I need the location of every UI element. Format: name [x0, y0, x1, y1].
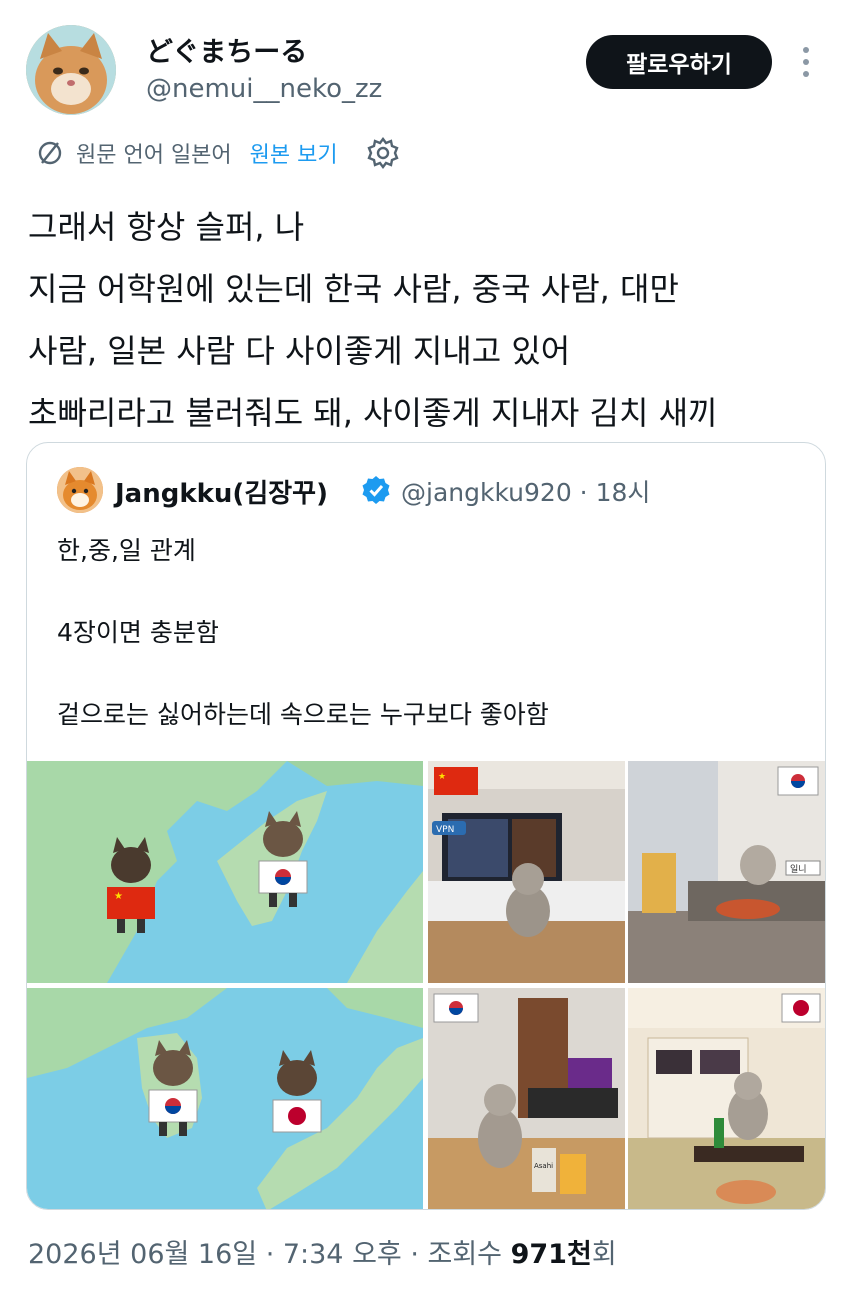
- quoted-author-name[interactable]: Jangkku(김장꾸): [115, 473, 328, 510]
- beer-sign: Asahi: [534, 1162, 553, 1170]
- follow-button[interactable]: 팔로우하기: [586, 35, 772, 89]
- views-count: 971: [510, 1239, 567, 1270]
- views-unit: 천: [566, 1239, 592, 1270]
- author-avatar[interactable]: [26, 25, 116, 115]
- quoted-line: 겉으로는 싫어하는데 속으로는 누구보다 좋아함: [57, 700, 549, 729]
- quoted-media-grid: ★ ★ VPN 일니 Asahi: [27, 761, 825, 1209]
- tweet-line: 사람, 일본 사람 다 사이좋게 지내고 있어: [28, 332, 571, 370]
- media-image-room-china[interactable]: ★ VPN: [428, 761, 625, 983]
- quoted-handle-time: @jangkku920 · 18시: [401, 478, 651, 507]
- show-original-link[interactable]: 원본 보기: [250, 137, 338, 169]
- tweet-footer: 2026년 06월 16일 · 7:34 오후 · 조회수 971천회: [28, 1232, 617, 1271]
- svg-text:★: ★: [438, 772, 446, 782]
- media-image-room-korea-2[interactable]: Asahi: [428, 988, 625, 1209]
- verified-badge-icon: [362, 476, 390, 504]
- quoted-line: 한,중,일 관계: [57, 536, 196, 565]
- translation-label: 원문 언어 일본어: [76, 143, 232, 168]
- translate-icon: [38, 141, 62, 165]
- media-image-map-korea-japan[interactable]: [27, 988, 423, 1209]
- quoted-line-blank: [57, 571, 549, 613]
- media-image-room-japan[interactable]: [628, 988, 825, 1209]
- translation-bar: 원문 언어 일본어 원본 보기: [36, 133, 400, 173]
- more-options-icon[interactable]: [796, 42, 816, 82]
- quoted-line: 4장이면 충분함: [57, 618, 219, 647]
- views-suffix: 회: [591, 1239, 617, 1270]
- quoted-tweet-text: 한,중,일 관계 4장이면 충분함 겉으로는 싫어하는데 속으로는 누구보다 좋…: [57, 531, 549, 735]
- svg-text:★: ★: [114, 891, 123, 902]
- author-handle[interactable]: @nemui__neko_zz: [146, 74, 382, 104]
- quoted-author-avatar[interactable]: [57, 467, 103, 513]
- tweet-datetime[interactable]: 2026년 06월 16일 · 7:34 오후 · 조회수: [28, 1239, 511, 1270]
- media-image-map-china-korea[interactable]: ★: [27, 761, 423, 983]
- gear-icon[interactable]: [366, 136, 400, 170]
- tweet-line: 초빠리라고 불러줘도 돼, 사이좋게 지내자 김치 새끼: [28, 394, 718, 432]
- vpn-sign: VPN: [436, 825, 454, 835]
- quoted-tweet[interactable]: Jangkku(김장꾸) @jangkku920 · 18시 한,중,일 관계 …: [26, 442, 826, 1210]
- author-display-name[interactable]: どぐまちーる: [146, 30, 307, 69]
- tweet-body: 그래서 항상 슬퍼, 나 지금 어학원에 있는데 한국 사람, 중국 사람, 대…: [28, 196, 828, 444]
- quoted-line-blank: [57, 653, 549, 695]
- tweet-header: どぐまちーる @nemui__neko_zz 팔로우하기: [0, 0, 850, 130]
- tweet-line: 그래서 항상 슬퍼, 나: [28, 208, 305, 246]
- media-image-room-korea[interactable]: 일니: [628, 761, 825, 983]
- tv-sign: 일니: [790, 864, 807, 875]
- tweet-line: 지금 어학원에 있는데 한국 사람, 중국 사람, 대만: [28, 270, 679, 308]
